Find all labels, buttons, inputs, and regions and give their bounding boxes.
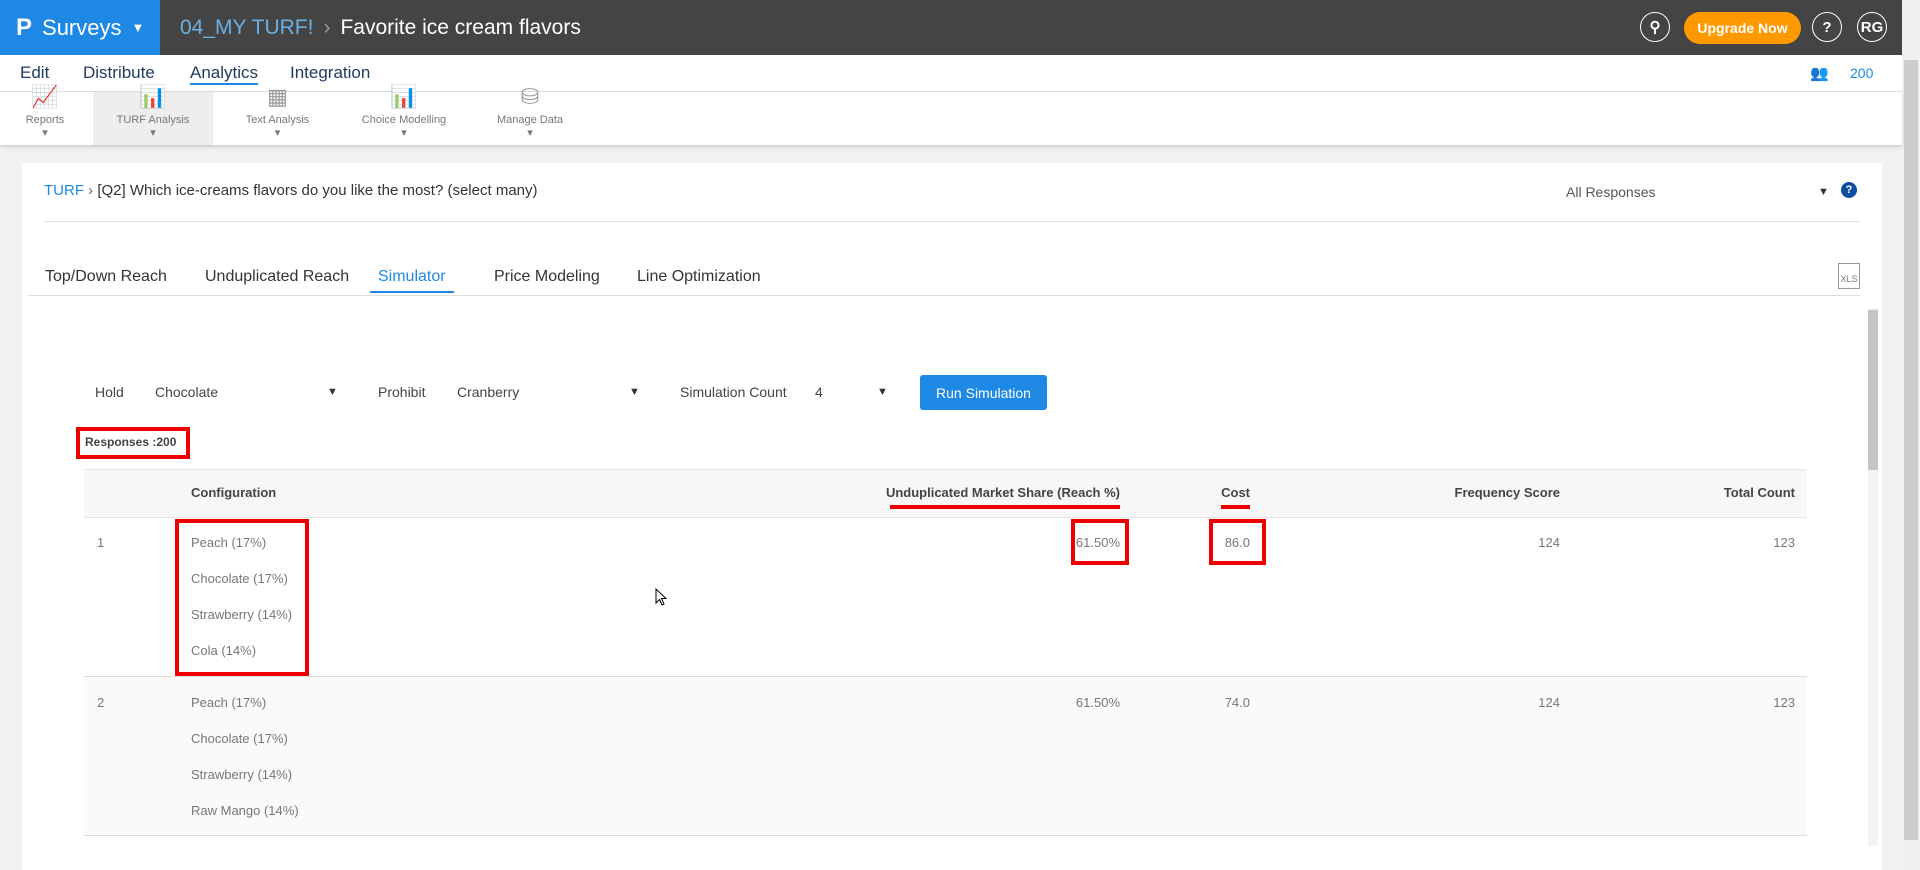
turf-link[interactable]: TURF <box>44 182 84 199</box>
choice-chart-icon: 📊 <box>390 84 418 109</box>
header-cost[interactable]: Cost <box>1150 485 1250 500</box>
toolbar-text-analysis[interactable]: ▦ Text Analysis ▾ <box>225 84 330 145</box>
caret-down-icon: ▼ <box>629 386 640 398</box>
tab-unduplicated-reach[interactable]: Unduplicated Reach <box>205 268 349 286</box>
caret-down-icon: ▼ <box>327 386 338 398</box>
chevron-right-icon: › <box>323 15 331 39</box>
tab-top-down-reach[interactable]: Top/Down Reach <box>45 268 167 286</box>
simulation-count-select[interactable]: 4 ▼ <box>815 384 895 400</box>
question-title: [Q2] Which ice-creams flavors do you lik… <box>97 182 538 199</box>
config-item: Chocolate (17%) <box>191 731 288 746</box>
frequency-value: 124 <box>1538 695 1560 710</box>
config-item: Strawberry (14%) <box>191 767 293 782</box>
total-value: 123 <box>1773 535 1795 550</box>
toolbar-reports[interactable]: 📈 Reports ▾ <box>10 84 80 145</box>
toolbar-manage-data[interactable]: ⛁ Manage Data ▾ <box>480 84 580 145</box>
prohibit-label: Prohibit <box>378 384 426 400</box>
frequency-value: 124 <box>1538 535 1560 550</box>
responses-count: Responses :200 <box>85 435 177 449</box>
logo-icon: P <box>16 13 33 41</box>
divider <box>28 295 1860 296</box>
caret-down-icon: ▼ <box>131 20 145 35</box>
tab-line-optimization[interactable]: Line Optimization <box>637 268 761 286</box>
hold-label: Hold <box>95 384 124 400</box>
page-scrollbar[interactable] <box>1902 0 1920 870</box>
tab-price-modeling[interactable]: Price Modeling <box>494 268 600 286</box>
config-item: Peach (17%) <box>191 695 267 710</box>
header-configuration: Configuration <box>191 485 277 500</box>
caret-down-icon: ▼ <box>877 386 888 398</box>
prohibit-select[interactable]: Cranberry ▼ <box>457 384 642 400</box>
search-icon[interactable]: ⚲ <box>1640 12 1670 42</box>
hold-select[interactable]: Chocolate ▼ <box>155 384 340 400</box>
survey-breadcrumb: 04_MY TURF! › Favorite ice cream flavors <box>180 0 581 55</box>
help-icon[interactable]: ? <box>1841 182 1857 198</box>
surveys-menu[interactable]: P Surveys ▼ <box>0 0 160 55</box>
row-number: 1 <box>97 535 105 550</box>
header-total-count: Total Count <box>1723 485 1795 500</box>
turf-chart-icon: 📊 <box>139 84 167 109</box>
tab-simulator[interactable]: Simulator <box>370 268 454 293</box>
respondent-count: 200 <box>1850 65 1874 81</box>
run-simulation-button[interactable]: Run Simulation <box>920 375 1047 410</box>
total-value: 123 <box>1773 695 1795 710</box>
toolbar-turf-analysis[interactable]: 📊 TURF Analysis ▾ <box>93 84 213 145</box>
project-link[interactable]: 04_MY TURF! <box>180 16 313 40</box>
analytics-toolbar: 📈 Reports ▾ 📊 TURF Analysis ▾ ▦ Text Analys… <box>0 84 1902 145</box>
turf-breadcrumb: TURF › [Q2] Which ice-creams flavors do … <box>44 182 538 199</box>
respondents-icon: 👥 <box>1810 65 1829 82</box>
config-item: Raw Mango (14%) <box>191 803 299 818</box>
database-icon: ⛁ <box>520 84 540 109</box>
header-reach[interactable]: Unduplicated Market Share (Reach %) <box>820 485 1120 500</box>
highlight-box <box>1071 519 1129 565</box>
response-filter-select[interactable]: All Responses ▼ <box>1566 184 1829 200</box>
nav-edit[interactable]: Edit <box>20 63 49 83</box>
reach-value: 61.50% <box>1075 695 1120 710</box>
nav-integration[interactable]: Integration <box>290 63 370 83</box>
divider <box>44 221 1860 222</box>
simulation-count-label: Simulation Count <box>680 384 787 400</box>
highlight-box <box>1209 519 1266 565</box>
toolbar-choice-modelling[interactable]: 📊 Choice Modelling ▾ <box>340 84 468 145</box>
upgrade-button[interactable]: Upgrade Now <box>1684 12 1801 44</box>
row-number: 2 <box>97 695 105 710</box>
xls-export-icon[interactable]: XLS <box>1838 263 1860 289</box>
chevron-right-icon: › <box>88 182 94 199</box>
highlight-box <box>175 519 309 676</box>
help-icon[interactable]: ? <box>1812 12 1842 42</box>
highlight-underline <box>1221 505 1250 509</box>
survey-title: Favorite ice cream flavors <box>340 15 581 39</box>
cost-value: 74.0 <box>1224 695 1250 710</box>
user-avatar[interactable]: RG <box>1857 12 1887 42</box>
nav-analytics[interactable]: Analytics <box>190 63 259 85</box>
content-scrollbar[interactable] <box>1868 308 1878 846</box>
nav-distribute[interactable]: Distribute <box>83 63 155 83</box>
text-analysis-icon: ▦ <box>267 84 288 109</box>
caret-down-icon: ▼ <box>1818 186 1829 198</box>
mouse-cursor-icon <box>655 588 668 606</box>
line-chart-icon: 📈 <box>31 84 59 109</box>
header-frequency-score: Frequency Score <box>1454 485 1561 500</box>
highlight-underline <box>890 505 1120 509</box>
